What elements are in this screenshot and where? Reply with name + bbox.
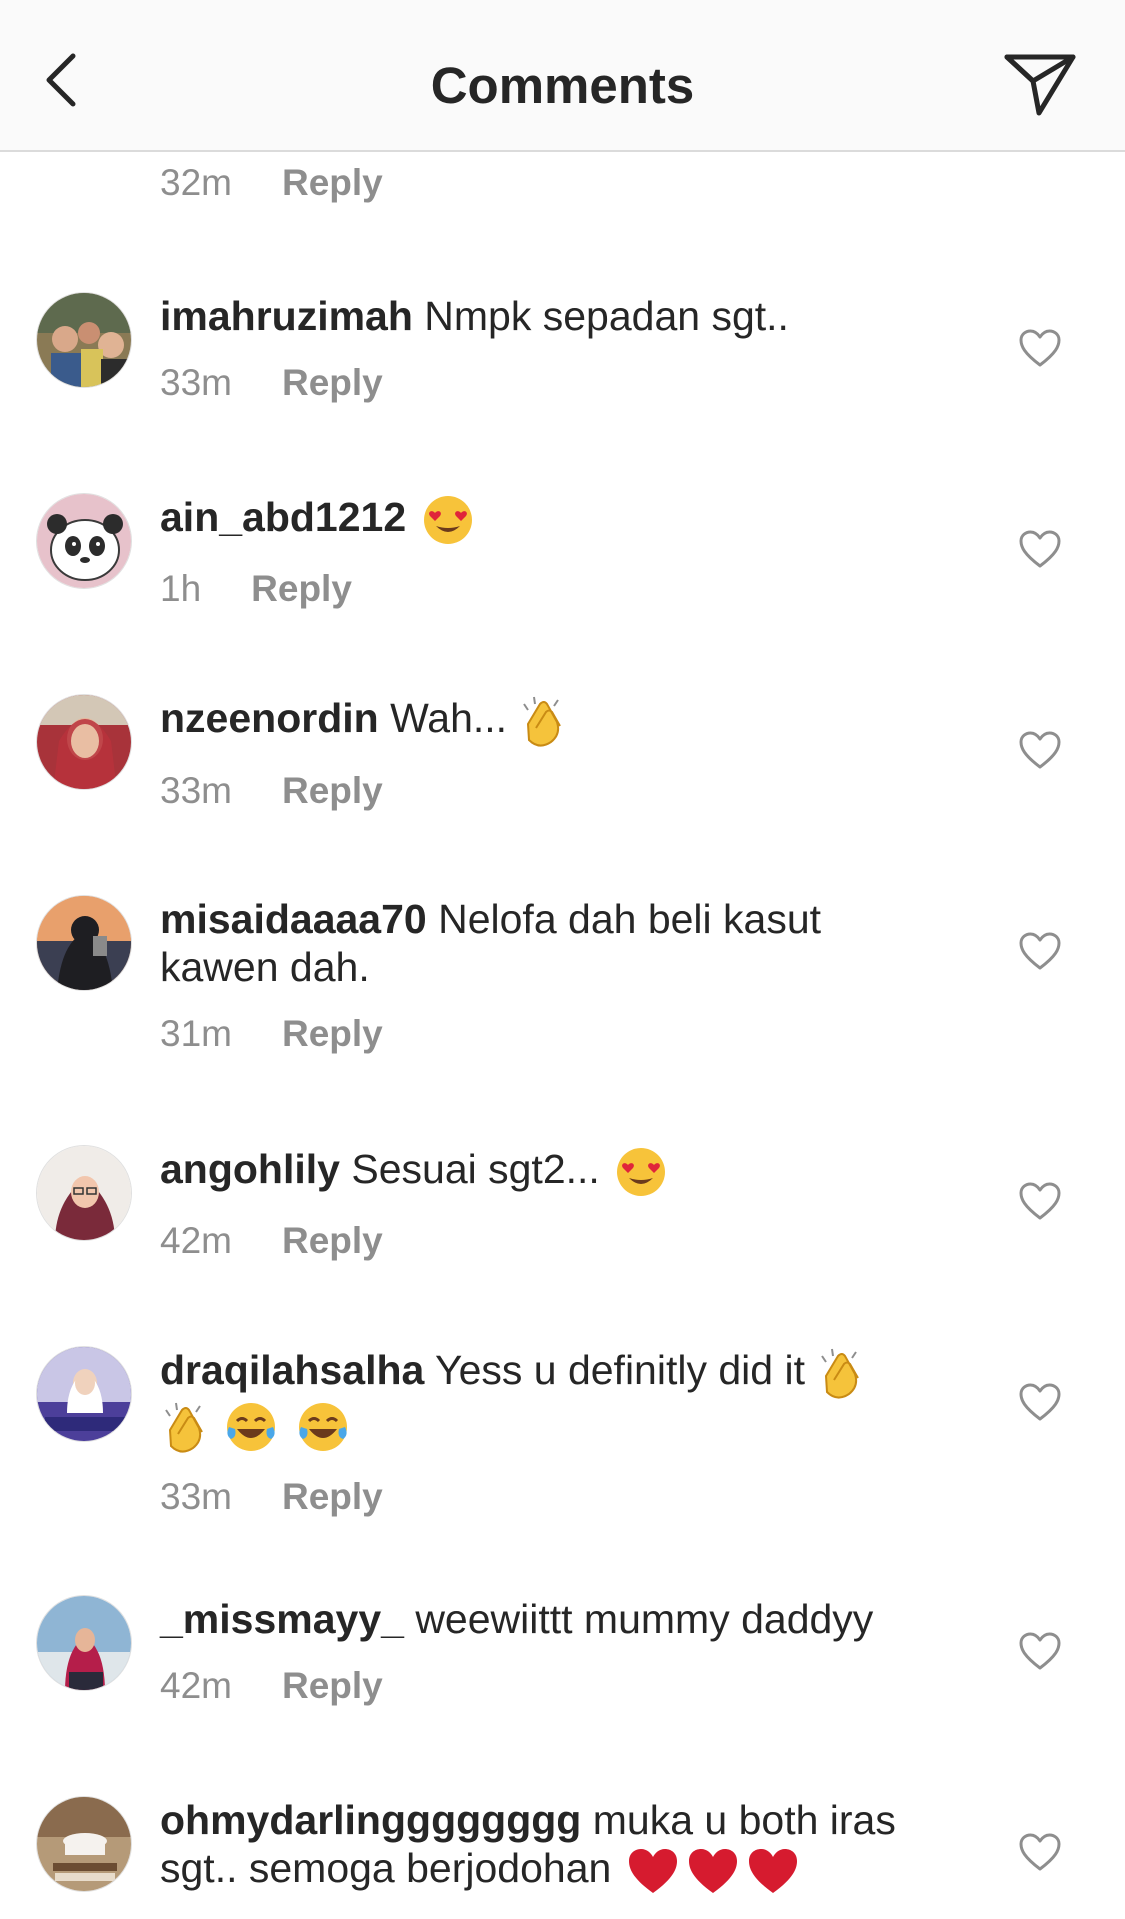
like-heart-icon[interactable] <box>1018 328 1062 368</box>
comment-body: ohmydarlingggggggg muka u both iras sgt.… <box>160 1796 940 1896</box>
avatar[interactable] <box>36 694 132 790</box>
reply-button[interactable]: Reply <box>282 1665 383 1707</box>
comment-meta: 31m Reply <box>160 1013 940 1055</box>
like-heart-icon[interactable] <box>1018 1181 1062 1221</box>
avatar[interactable] <box>36 1796 132 1892</box>
like-heart-icon[interactable] <box>1018 931 1062 971</box>
comment-body: misaidaaaa70 Nelofa dah beli kasut kawen… <box>160 895 940 1055</box>
comment-meta: 42m Reply <box>160 1220 940 1262</box>
comment-text: _missmayy_ weewiittt mummy daddyy <box>160 1595 940 1643</box>
comment-username[interactable]: nzeenordin <box>160 695 379 741</box>
reply-button[interactable]: Reply <box>282 1013 383 1055</box>
reply-button[interactable]: Reply <box>282 162 383 204</box>
comment-meta: 1h Reply <box>160 568 940 610</box>
avatar[interactable] <box>36 1346 132 1442</box>
comment-username[interactable]: angohlily <box>160 1146 340 1192</box>
like-heart-icon[interactable] <box>1018 1631 1062 1671</box>
red-heart-icon <box>628 1849 677 1894</box>
heart-eyes-face-icon <box>423 496 472 545</box>
comment-content: Yess u definitly did it <box>434 1347 805 1393</box>
reply-button[interactable]: Reply <box>251 568 352 610</box>
direct-send-icon <box>1004 54 1076 116</box>
comment-content: Sesuai sgt2... <box>351 1146 600 1192</box>
avatar[interactable] <box>36 1595 132 1691</box>
comment-content-line2: kawen dah. <box>160 944 370 990</box>
like-heart-icon[interactable] <box>1018 529 1062 569</box>
comment-item: ohmydarlingggggggg muka u both iras sgt.… <box>0 1796 1125 1919</box>
comment-text: ain_abd1212 <box>160 493 940 546</box>
red-heart-icon <box>688 1849 737 1894</box>
clapping-hands-icon <box>821 1349 860 1399</box>
comment-item: nzeenordin Wah... 33m Reply <box>0 694 1125 814</box>
comment-time: 33m <box>160 770 232 812</box>
comment-time: 32m <box>160 162 232 203</box>
red-heart-icon <box>748 1849 797 1894</box>
comment-text: imahruzimah Nmpk sepadan sgt.. <box>160 292 940 340</box>
comment-item: _missmayy_ weewiittt mummy daddyy 42m Re… <box>0 1595 1125 1715</box>
comment-content: Nmpk sepadan sgt.. <box>424 293 789 339</box>
comment-time: 33m <box>160 362 232 403</box>
comment-body: draqilahsalha Yess u definitly did it 33… <box>160 1346 940 1518</box>
comment-time: 42m <box>160 1665 232 1706</box>
comment-text: misaidaaaa70 Nelofa dah beli kasut kawen… <box>160 895 940 991</box>
heart-eyes-face-icon <box>617 1148 666 1197</box>
comment-username[interactable]: ain_abd1212 <box>160 494 406 540</box>
comment-meta: 33m Reply <box>160 770 940 812</box>
comment-meta: 33m Reply <box>160 1476 940 1518</box>
comment-time: 42m <box>160 1220 232 1262</box>
tears-of-joy-face-icon <box>298 1403 347 1452</box>
comment-item: imahruzimah Nmpk sepadan sgt.. 33m Reply <box>0 292 1125 412</box>
comment-body: ain_abd1212 1h Reply <box>160 493 940 610</box>
comment-content-line2: sgt.. semoga berjodohan <box>160 1845 612 1891</box>
header-bar: Comments <box>0 0 1125 152</box>
reply-button[interactable]: Reply <box>282 362 383 404</box>
comment-username[interactable]: ohmydarlingggggggg <box>160 1797 581 1843</box>
comment-meta: 32m Reply <box>160 162 383 204</box>
comment-time: 31m <box>160 1013 232 1054</box>
comment-content: weewiittt mummy daddyy <box>415 1596 874 1642</box>
tears-of-joy-face-icon <box>227 1403 276 1452</box>
reply-button[interactable]: Reply <box>282 770 383 812</box>
clapping-hands-icon <box>523 697 562 747</box>
clapping-hands-icon <box>165 1403 203 1453</box>
comment-body: nzeenordin Wah... 33m Reply <box>160 694 940 812</box>
comment-item: draqilahsalha Yess u definitly did it 33… <box>0 1346 1125 1518</box>
reply-button[interactable]: Reply <box>282 1476 383 1518</box>
comment-text: nzeenordin Wah... <box>160 694 940 748</box>
comment-text: ohmydarlingggggggg muka u both iras sgt.… <box>160 1796 940 1896</box>
like-heart-icon[interactable] <box>1018 730 1062 770</box>
comment-text: draqilahsalha Yess u definitly did it <box>160 1346 940 1454</box>
avatar[interactable] <box>36 493 132 589</box>
share-button[interactable] <box>1000 48 1080 120</box>
comment-username[interactable]: misaidaaaa70 <box>160 896 427 942</box>
comment-body: angohlily Sesuai sgt2... 42m Reply <box>160 1145 940 1262</box>
comment-meta: 33m Reply <box>160 362 940 404</box>
reply-button[interactable]: Reply <box>282 1220 383 1262</box>
avatar[interactable] <box>36 1145 132 1241</box>
like-heart-icon[interactable] <box>1018 1382 1062 1422</box>
page-title: Comments <box>430 57 695 114</box>
comment-username[interactable]: imahruzimah <box>160 293 413 339</box>
comment-content: Nelofa dah beli kasut <box>438 896 822 942</box>
comment-username[interactable]: draqilahsalha <box>160 1347 424 1393</box>
comment-item: angohlily Sesuai sgt2... 42m Reply <box>0 1145 1125 1265</box>
avatar[interactable] <box>36 292 132 388</box>
comment-text: angohlily Sesuai sgt2... <box>160 1145 940 1198</box>
comment-body: imahruzimah Nmpk sepadan sgt.. 33m Reply <box>160 292 940 404</box>
comment-item: ain_abd1212 1h Reply <box>0 493 1125 613</box>
comment-time: 33m <box>160 1476 232 1518</box>
comment-time: 1h <box>160 568 202 610</box>
comment-content: Wah... <box>390 695 508 741</box>
comment-meta: 42m Reply <box>160 1665 940 1707</box>
comment-content: muka u both iras <box>592 1797 896 1843</box>
avatar[interactable] <box>36 895 132 991</box>
comment-username[interactable]: _missmayy_ <box>160 1596 404 1642</box>
comment-body: _missmayy_ weewiittt mummy daddyy 42m Re… <box>160 1595 940 1707</box>
comment-item: misaidaaaa70 Nelofa dah beli kasut kawen… <box>0 895 1125 1065</box>
like-heart-icon[interactable] <box>1018 1832 1062 1872</box>
